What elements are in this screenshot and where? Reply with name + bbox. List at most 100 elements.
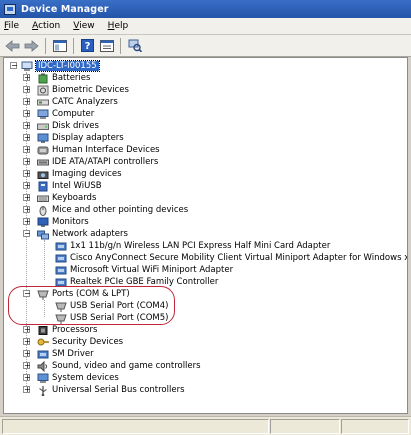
tree-item-imaging[interactable]: Imaging devices	[37, 168, 122, 180]
tree-item-sm-driver[interactable]: SM Driver	[37, 348, 94, 360]
back-arrow-icon	[5, 39, 20, 52]
tree-item-sound[interactable]: Sound, video and game controllers	[37, 360, 201, 372]
expand-toggle[interactable]: +	[23, 134, 31, 142]
toolbar: ?	[0, 35, 411, 57]
mouse-icon	[37, 205, 49, 216]
status-pane	[270, 419, 340, 434]
tree-item-monitors[interactable]: Monitors	[37, 216, 89, 228]
expand-toggle[interactable]: +	[23, 74, 31, 82]
menu-view[interactable]: View	[73, 21, 94, 31]
show-hide-console-tree-button[interactable]	[51, 37, 68, 54]
tree-item-catc[interactable]: CATC Analyzers	[37, 96, 118, 108]
status-pane	[341, 419, 409, 434]
expand-toggle[interactable]: +	[23, 338, 31, 346]
tree-item-display-adapters[interactable]: Display adapters	[37, 132, 124, 144]
tree-item-security[interactable]: Security Devices	[37, 336, 123, 348]
computer-icon	[21, 61, 33, 72]
tree-item-ide[interactable]: IDE ATA/ATAPI controllers	[37, 156, 158, 168]
camera-icon	[37, 169, 49, 180]
processor-icon	[37, 325, 49, 336]
keyboard-icon	[37, 193, 49, 204]
network-adapter-item[interactable]: 1x1 11b/g/n Wireless LAN PCI Express Hal…	[55, 240, 330, 252]
network-card-icon	[55, 265, 67, 276]
expand-toggle[interactable]: +	[23, 110, 31, 118]
menu-action[interactable]: Action	[32, 21, 60, 31]
network-card-icon	[55, 253, 67, 264]
title-bar: Device Manager	[0, 0, 411, 18]
toolbar-separator	[73, 37, 74, 54]
toolbar-separator	[120, 37, 121, 54]
speaker-icon	[37, 360, 49, 372]
expand-toggle[interactable]: +	[23, 386, 31, 394]
tree-item-intel-wiusb[interactable]: Intel WiUSB	[37, 180, 102, 192]
expand-toggle[interactable]: +	[23, 146, 31, 154]
security-key-icon	[37, 337, 49, 348]
tree-item-hid[interactable]: Human Interface Devices	[37, 144, 160, 156]
tree-item-usb[interactable]: Universal Serial Bus controllers	[37, 384, 185, 396]
expand-toggle[interactable]: +	[23, 218, 31, 226]
help-icon: ?	[81, 39, 94, 52]
expand-toggle[interactable]: +	[23, 182, 31, 190]
network-adapter-icon	[37, 229, 49, 240]
device-manager-icon	[4, 3, 16, 15]
tree-item-processors[interactable]: Processors	[37, 324, 97, 336]
fingerprint-icon	[37, 85, 49, 96]
forward-arrow-icon	[24, 39, 39, 52]
tree-item-system-devices[interactable]: System devices	[37, 372, 119, 384]
computer-icon	[37, 109, 49, 120]
status-pane	[2, 419, 269, 434]
expand-toggle[interactable]: +	[23, 194, 31, 202]
tree-root-label: IDC-LT-I00155	[35, 60, 100, 72]
expand-toggle[interactable]: +	[23, 158, 31, 166]
battery-icon	[37, 73, 49, 84]
expand-toggle[interactable]: +	[23, 122, 31, 130]
menu-file[interactable]: File	[4, 21, 19, 31]
tree-item-batteries[interactable]: Batteries	[37, 72, 90, 84]
status-bar	[0, 416, 411, 435]
tree-item-network-adapters[interactable]: Network adapters	[37, 228, 128, 240]
tree-item-computer[interactable]: Computer	[37, 108, 94, 120]
expand-toggle[interactable]: +	[23, 206, 31, 214]
expand-toggle[interactable]: +	[23, 362, 31, 370]
tree-item-biometric[interactable]: Biometric Devices	[37, 84, 129, 96]
device-tree[interactable]: − IDC-LT-I00155 + Batteries + Biometric …	[3, 57, 408, 414]
forward-button[interactable]	[23, 37, 40, 54]
wiusb-icon	[37, 181, 49, 192]
expand-toggle[interactable]: +	[23, 98, 31, 106]
scan-hardware-button[interactable]	[126, 37, 143, 54]
properties-button[interactable]	[98, 37, 115, 54]
properties-icon	[99, 39, 114, 52]
ide-controller-icon	[37, 157, 49, 168]
menu-help[interactable]: Help	[108, 21, 129, 31]
tree-item-disk-drives[interactable]: Disk drives	[37, 120, 99, 132]
collapse-toggle[interactable]: −	[10, 62, 18, 70]
driver-icon	[37, 349, 49, 360]
collapse-toggle[interactable]: −	[23, 230, 31, 238]
network-adapter-item[interactable]: Cisco AnyConnect Secure Mobility Client …	[55, 252, 407, 264]
svg-text:?: ?	[85, 41, 91, 52]
tree-connector	[44, 240, 45, 280]
menu-bar: File Action View Help	[0, 18, 411, 35]
show-hide-tree-icon	[52, 39, 67, 52]
hid-icon	[37, 145, 49, 156]
network-adapter-item[interactable]: Microsoft Virtual WiFi Miniport Adapter	[55, 264, 233, 276]
back-button[interactable]	[4, 37, 21, 54]
network-card-icon	[55, 241, 67, 252]
monitor-icon	[37, 133, 49, 144]
monitor-icon	[37, 217, 49, 228]
expand-toggle[interactable]: +	[23, 170, 31, 178]
window-title: Device Manager	[21, 3, 109, 15]
toolbar-separator	[45, 37, 46, 54]
highlight-annotation	[8, 286, 175, 325]
tree-root[interactable]: IDC-LT-I00155	[21, 60, 100, 72]
expand-toggle[interactable]: +	[23, 374, 31, 382]
disk-drive-icon	[37, 121, 49, 132]
tree-item-mice[interactable]: Mice and other pointing devices	[37, 204, 188, 216]
expand-toggle[interactable]: +	[23, 350, 31, 358]
help-button[interactable]: ?	[79, 37, 96, 54]
scan-hardware-icon	[128, 39, 142, 52]
expand-toggle[interactable]: +	[23, 326, 31, 334]
expand-toggle[interactable]: +	[23, 86, 31, 94]
analyzer-icon	[37, 97, 49, 108]
tree-item-keyboards[interactable]: Keyboards	[37, 192, 96, 204]
